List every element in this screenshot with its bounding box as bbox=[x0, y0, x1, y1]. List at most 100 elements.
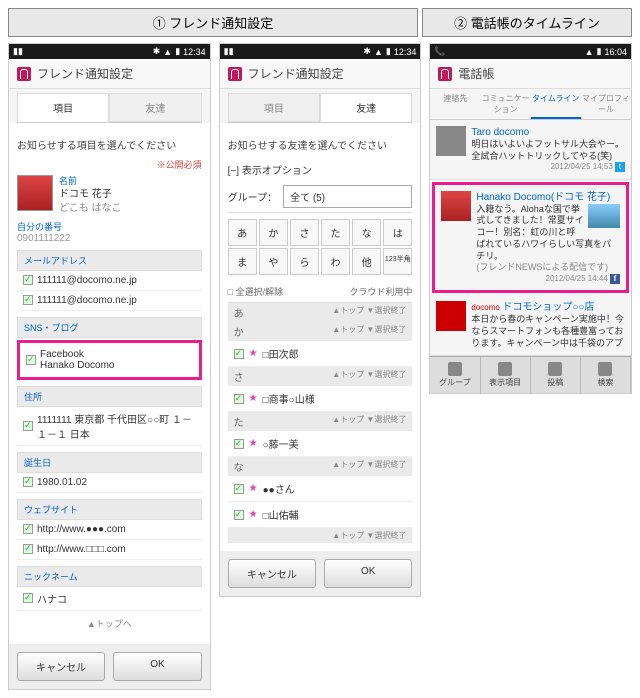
section-links[interactable]: ▲トップ ▼選択終了 bbox=[332, 324, 406, 339]
kana-btn[interactable]: か bbox=[259, 219, 288, 246]
section-sns: SNS・ブログ bbox=[17, 317, 202, 338]
cancel-button[interactable]: キャンセル bbox=[17, 652, 105, 681]
checkbox-icon[interactable] bbox=[234, 484, 244, 494]
section-links[interactable]: ▲トップ ▼選択終了 bbox=[332, 305, 406, 320]
sns-item[interactable]: FacebookHanako Docomo bbox=[20, 345, 199, 375]
mail-item[interactable]: 111111@docomo.ne.jp bbox=[17, 271, 202, 291]
checkbox-icon[interactable] bbox=[23, 524, 33, 534]
website-value: http://www.●●●.com bbox=[37, 524, 126, 535]
section-birthday: 誕生日 bbox=[17, 452, 202, 473]
tab-timeline[interactable]: タイムライン bbox=[531, 89, 581, 119]
feed-item[interactable]: docomo ドコモショップ○○店 本日から春のキャンペーン実施中！今ならスマー… bbox=[430, 295, 631, 356]
checkbox-icon[interactable] bbox=[234, 510, 244, 520]
kana-btn[interactable]: 他 bbox=[352, 248, 381, 275]
contact-name: ○藤一美 bbox=[263, 436, 299, 451]
birthday-item[interactable]: 1980.01.02 bbox=[17, 473, 202, 493]
contact-row[interactable]: ★●●さん bbox=[228, 476, 413, 502]
nav-post[interactable]: 投稿 bbox=[531, 357, 581, 393]
instruction: お知らせする項目を選んでください bbox=[17, 137, 202, 152]
tab-items[interactable]: 項目 bbox=[228, 93, 320, 122]
checkbox-icon[interactable] bbox=[23, 421, 33, 431]
tab-items[interactable]: 項目 bbox=[17, 93, 109, 122]
group-select[interactable]: 全て (5) bbox=[283, 185, 412, 208]
nav-label: 検索 bbox=[597, 378, 613, 387]
section-links[interactable]: ▲トップ ▼選択終了 bbox=[332, 414, 406, 429]
feed-item[interactable]: Hanako Docomo(ドコモ 花子) 入籍なう。Alohaな国で挙式してき… bbox=[435, 185, 626, 291]
tab-contacts[interactable]: 連絡先 bbox=[430, 89, 480, 119]
tab-profile[interactable]: マイプロフィール bbox=[581, 89, 631, 119]
website-value: http://www.□□□.com bbox=[37, 544, 126, 555]
tab-friends[interactable]: 友達 bbox=[320, 93, 412, 122]
kana-btn[interactable]: さ bbox=[290, 219, 319, 246]
checkbox-icon[interactable] bbox=[23, 477, 33, 487]
contact-name: □田次郎 bbox=[263, 346, 299, 361]
top-link[interactable]: ▲トップへ bbox=[17, 611, 202, 636]
feed-item[interactable]: Taro docomo 明日はいよいよフットサル大会やー。全試合ハットトリックし… bbox=[430, 120, 631, 180]
tab-communication[interactable]: コミュニケーション bbox=[481, 89, 531, 119]
header-2: ② 電話帳のタイムライン bbox=[422, 8, 632, 37]
sns-highlight: FacebookHanako Docomo bbox=[17, 340, 202, 380]
section-links[interactable]: ▲トップ ▼選択終了 bbox=[332, 459, 406, 474]
checkbox-icon[interactable] bbox=[23, 295, 33, 305]
app-icon bbox=[228, 67, 242, 81]
my-number: 0901111222 bbox=[17, 233, 202, 244]
star-icon: ★ bbox=[249, 509, 258, 520]
app-header: フレンド通知設定 bbox=[9, 59, 210, 89]
clock: 16:04 bbox=[604, 47, 627, 57]
status-bar: 📞 ▲▮16:04 bbox=[430, 44, 631, 59]
star-icon: ★ bbox=[249, 348, 258, 359]
checkbox-icon[interactable] bbox=[234, 439, 244, 449]
kana-btn[interactable]: た bbox=[321, 219, 350, 246]
contact-row[interactable]: ★○藤一美 bbox=[228, 431, 413, 457]
kana-btn[interactable]: わ bbox=[321, 248, 350, 275]
contact-row[interactable]: ★□商事○山様 bbox=[228, 386, 413, 412]
address-item[interactable]: 1111111 東京都 千代田区○○町 １－１－１ 日本 bbox=[17, 407, 202, 446]
kana-btn[interactable]: 123半角 bbox=[383, 248, 412, 275]
contact-row[interactable]: ★□山佑輔 bbox=[228, 502, 413, 528]
checkbox-icon[interactable] bbox=[26, 355, 36, 365]
kana-btn[interactable]: ら bbox=[290, 248, 319, 275]
checkbox-icon[interactable] bbox=[23, 593, 33, 603]
nickname-item[interactable]: ハナコ bbox=[17, 587, 202, 611]
avatar bbox=[17, 175, 53, 211]
ok-button[interactable]: OK bbox=[113, 652, 201, 681]
signal-icon: ▮▮ bbox=[13, 46, 23, 57]
nav-group[interactable]: グループ bbox=[430, 357, 480, 393]
display-options[interactable]: [−] 表示オプション bbox=[228, 158, 413, 181]
checkbox-icon[interactable] bbox=[234, 349, 244, 359]
contact-name: ●●さん bbox=[263, 481, 295, 496]
kana-header: あ bbox=[234, 305, 244, 320]
screen-2: ▮▮ ✱▲▮12:34 フレンド通知設定 項目 友達 お知らせする友達を選んでく… bbox=[219, 43, 422, 597]
kana-btn[interactable]: や bbox=[259, 248, 288, 275]
kana-btn[interactable]: あ bbox=[228, 219, 257, 246]
battery-icon: ▮ bbox=[597, 46, 602, 57]
kana-header: た bbox=[234, 414, 244, 429]
photo-thumb[interactable] bbox=[588, 204, 620, 228]
app-title: フレンド通知設定 bbox=[37, 65, 133, 82]
section-links[interactable]: ▲トップ ▼選択終了 bbox=[332, 369, 406, 384]
tab-friends[interactable]: 友達 bbox=[109, 93, 201, 122]
select-all[interactable]: □ 全選択/解除 bbox=[228, 285, 283, 298]
contact-row[interactable]: ★ □田次郎 bbox=[228, 341, 413, 367]
brand-prefix: docomo bbox=[471, 303, 499, 312]
feed-date: 2012/04/25 14:44 bbox=[546, 274, 608, 283]
signal-icon: 📞 bbox=[434, 46, 445, 57]
wifi-icon: ▲ bbox=[374, 47, 383, 57]
nav-search[interactable]: 検索 bbox=[581, 357, 631, 393]
checkbox-icon[interactable] bbox=[23, 275, 33, 285]
mail-item[interactable]: 111111@docomo.ne.jp bbox=[17, 291, 202, 311]
signal-icon: ▮▮ bbox=[224, 46, 234, 57]
website-item[interactable]: http://www.□□□.com bbox=[17, 540, 202, 560]
checkbox-icon[interactable] bbox=[23, 544, 33, 554]
website-item[interactable]: http://www.●●●.com bbox=[17, 520, 202, 540]
cloud-status: クラウド利用中 bbox=[349, 285, 412, 298]
feed-name: Taro docomo bbox=[471, 126, 625, 139]
status-bar: ▮▮ ✱▲▮12:34 bbox=[9, 44, 210, 59]
nav-display[interactable]: 表示項目 bbox=[481, 357, 531, 393]
checkbox-icon[interactable] bbox=[234, 394, 244, 404]
kana-btn[interactable]: ま bbox=[228, 248, 257, 275]
section-links[interactable]: ▲トップ ▼選択終了 bbox=[332, 530, 406, 541]
kana-btn[interactable]: な bbox=[352, 219, 381, 246]
kana-header: な bbox=[234, 459, 244, 474]
kana-btn[interactable]: は bbox=[383, 219, 412, 246]
